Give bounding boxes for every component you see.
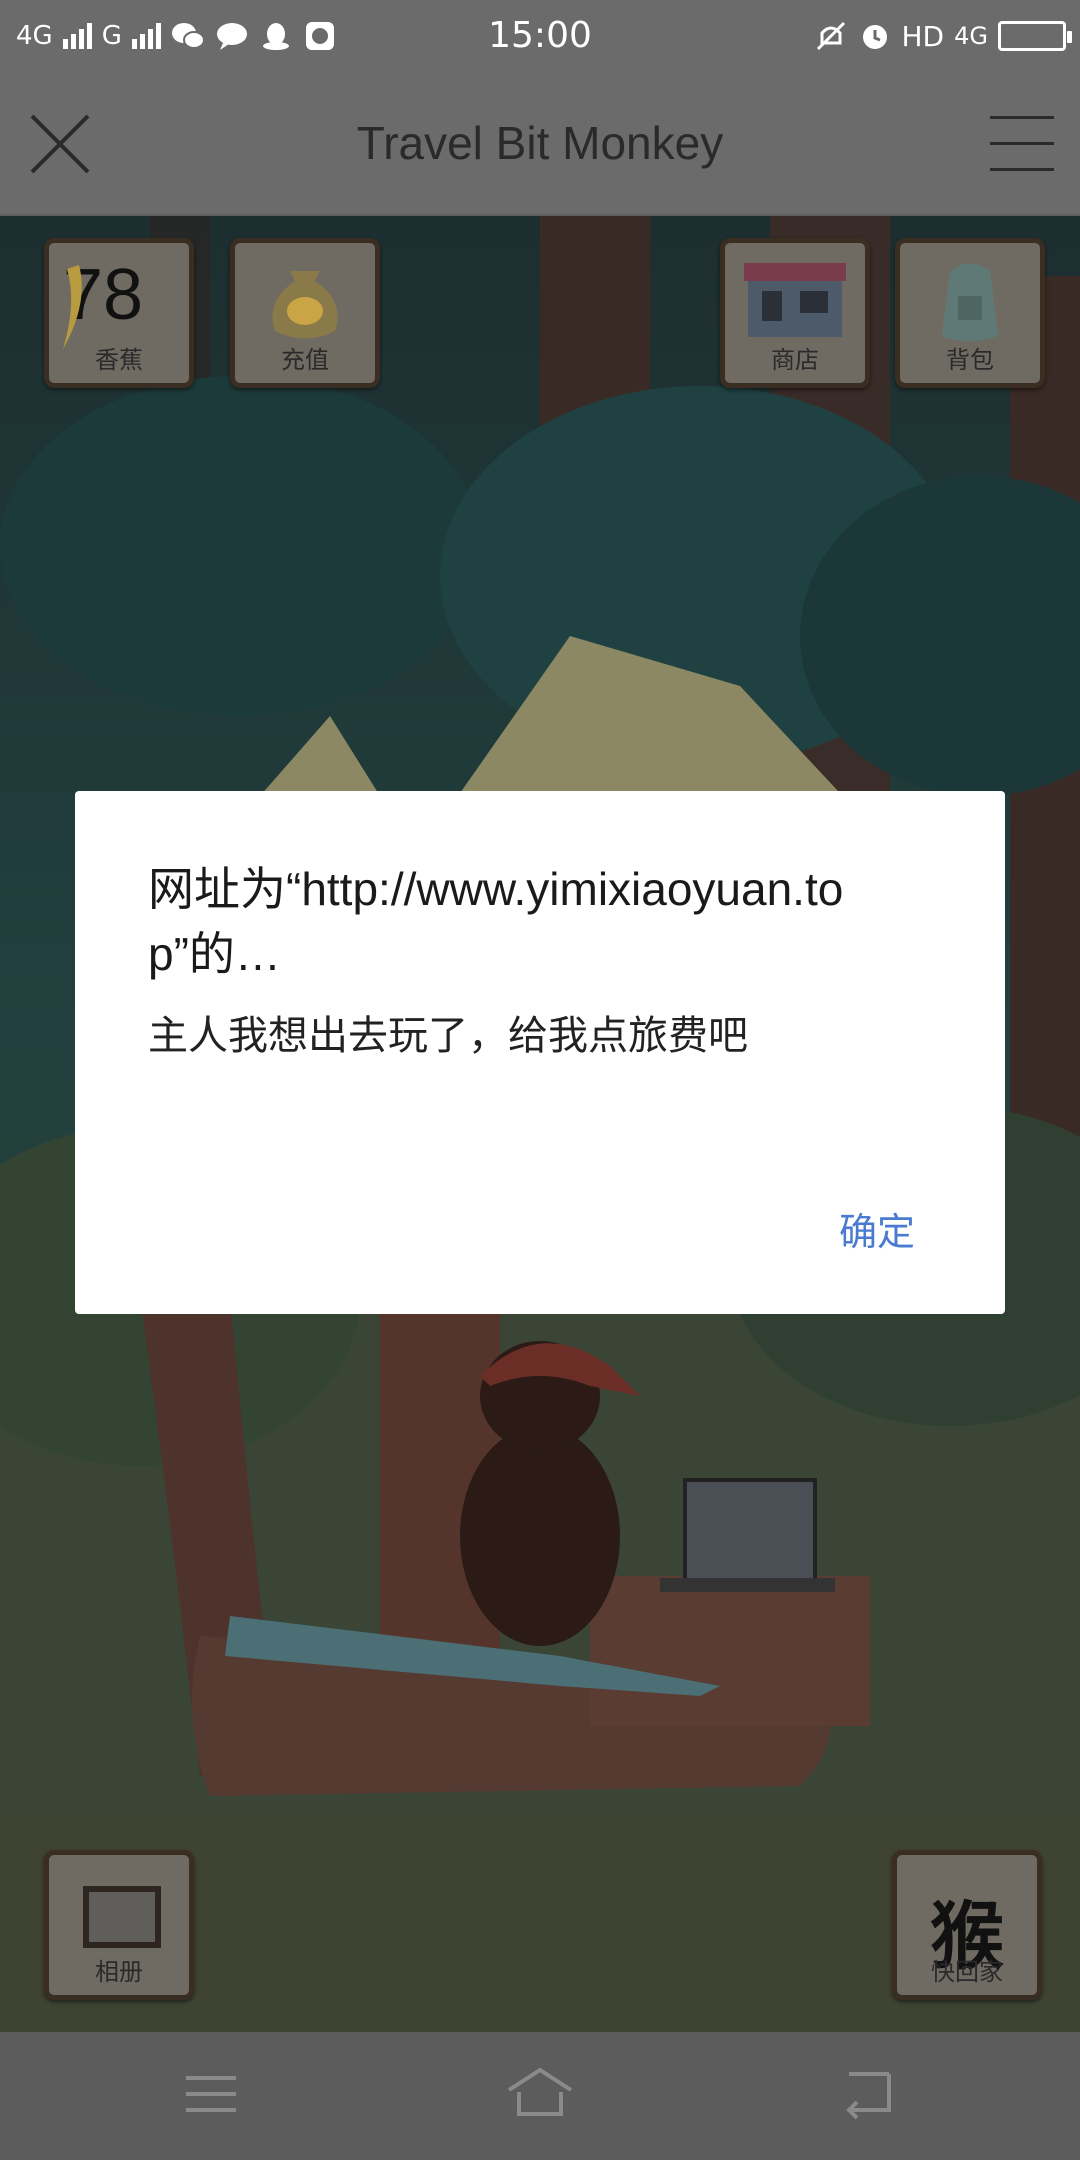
go-home-button[interactable]: 猴 快回家 xyxy=(892,1850,1042,2000)
backpack-button[interactable]: 背包 xyxy=(895,238,1045,388)
backpack-icon xyxy=(942,263,998,341)
alert-dialog: 网址为“http://www.yimixiaoyuan.top”的… 主人我想出… xyxy=(75,791,1005,1314)
close-icon[interactable] xyxy=(22,106,98,182)
dialog-title: 网址为“http://www.yimixiaoyuan.top”的… xyxy=(148,863,844,980)
shop-label: 商店 xyxy=(771,346,819,374)
status-right: HD 4G xyxy=(814,14,1072,58)
banana-label: 香蕉 xyxy=(95,346,143,374)
status-bar: 4G G 15:00 HD 4G xyxy=(0,0,1080,72)
go-home-label: 快回家 xyxy=(931,1958,1003,1986)
dialog-message: 主人我想出去玩了，给我点旅费吧 xyxy=(148,1013,748,1059)
recharge-label: 充值 xyxy=(281,346,329,374)
album-button[interactable]: 相册 xyxy=(44,1850,194,2000)
banana-counter-button[interactable]: 78 香蕉 xyxy=(44,238,194,388)
backpack-label: 背包 xyxy=(946,346,994,374)
shop-button[interactable]: 商店 xyxy=(720,238,870,388)
mute-icon xyxy=(816,21,845,51)
money-bag-icon xyxy=(272,271,338,339)
alarm-icon xyxy=(862,25,887,49)
home-nav-icon[interactable] xyxy=(505,2062,575,2126)
battery-icon xyxy=(998,21,1072,51)
shop-icon xyxy=(744,263,846,337)
title-bar: Travel Bit Monkey xyxy=(0,72,1080,216)
page-title: Travel Bit Monkey xyxy=(356,117,724,169)
menu-nav-icon[interactable] xyxy=(176,2062,246,2126)
network-type-3: 4G xyxy=(954,22,988,50)
navigation-bar xyxy=(0,2032,1080,2160)
photo-frame-icon xyxy=(83,1886,161,1948)
dialog-ok-button[interactable]: 确定 xyxy=(839,1201,915,1256)
album-label: 相册 xyxy=(95,1958,143,1986)
back-nav-icon[interactable] xyxy=(835,2062,905,2126)
hd-label: HD xyxy=(901,19,945,53)
menu-icon[interactable] xyxy=(986,108,1058,176)
recharge-button[interactable]: 充值 xyxy=(230,238,380,388)
